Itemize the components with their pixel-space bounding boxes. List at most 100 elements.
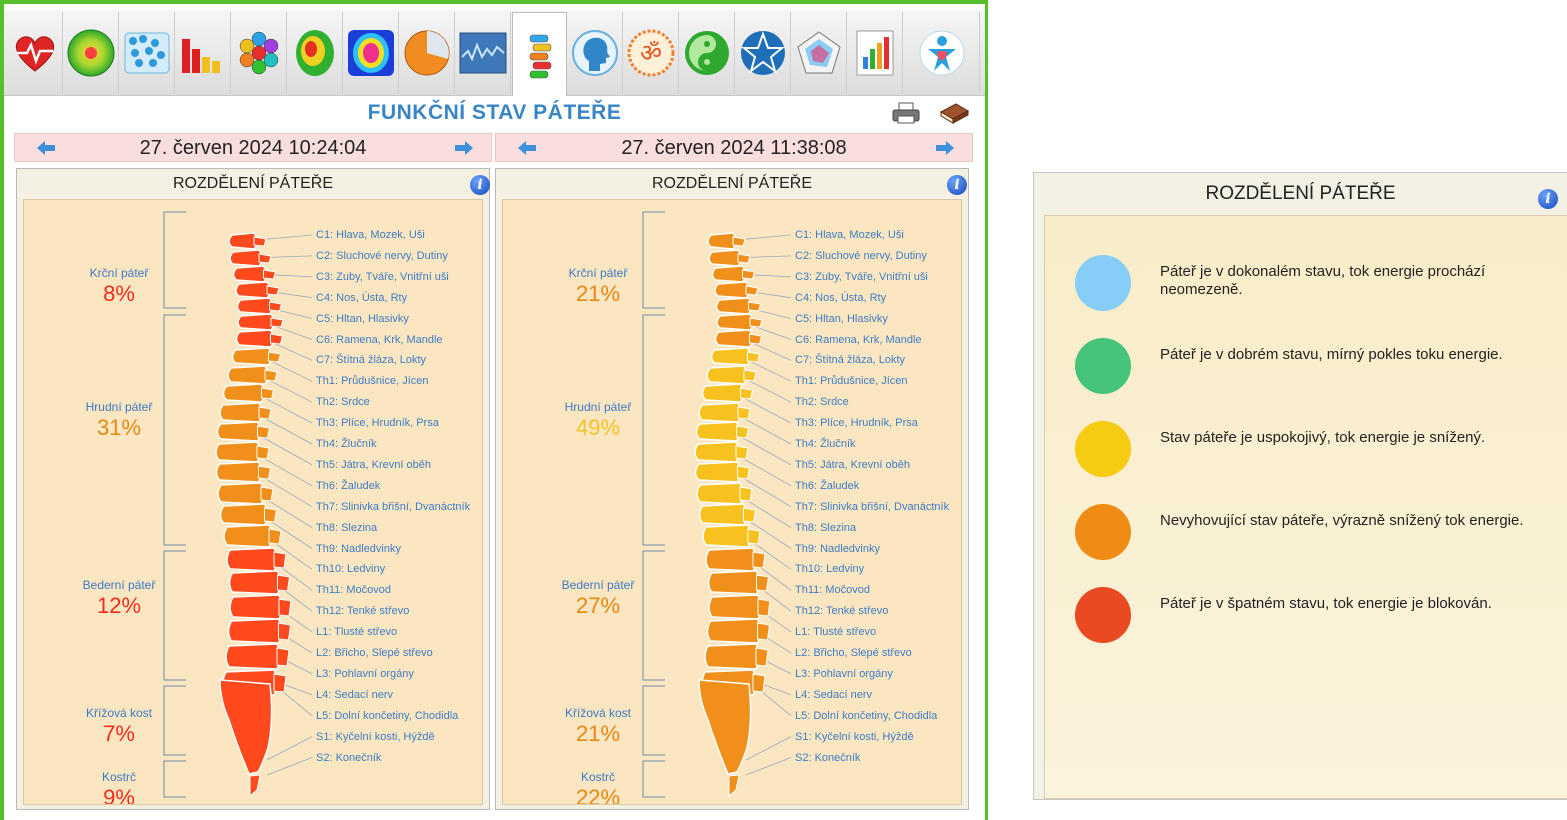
vertebra-process xyxy=(743,507,757,523)
vertebra-process xyxy=(263,269,277,280)
section-value: 21% xyxy=(575,281,621,306)
toolbar-report-chart-button[interactable] xyxy=(848,12,903,94)
vertebra xyxy=(225,643,281,670)
vertebra-label: C4: Nos, Ústa, Rty xyxy=(795,291,887,304)
vertebra-label: C5: Hltan, Hlasivky xyxy=(316,312,409,325)
vertebra xyxy=(698,503,748,526)
vertebra xyxy=(707,570,761,595)
vertebra xyxy=(232,265,268,283)
section-name: Krční páteř xyxy=(89,266,149,280)
legend-item: Nevyhovující stav páteře, výrazně snížen… xyxy=(1045,502,1545,562)
vertebra-process xyxy=(256,445,270,460)
left-spine-diagram: C1: Hlava, Mozek, Uši C2: Sluchové nervy,… xyxy=(23,199,483,805)
vertebra-process xyxy=(757,598,771,617)
vertebra-label: L3: Pohlavní orgány xyxy=(316,667,414,680)
legend-text: Nevyhovující stav páteře, výrazně snížen… xyxy=(1160,512,1524,529)
vertebra-label: S2: Konečník xyxy=(316,751,382,764)
section-value: 12% xyxy=(96,593,142,618)
info-icon[interactable]: i xyxy=(470,175,490,195)
vertebra-process xyxy=(257,425,271,439)
sacrum xyxy=(219,679,273,775)
vertebra-process xyxy=(752,673,766,693)
legend-color-dot xyxy=(1075,587,1131,643)
left-spine-panel: ROZDĚLENÍ PÁTEŘE i C1: Hlava, Mozek, Uši… xyxy=(16,168,490,810)
toolbar-polygon-button[interactable] xyxy=(792,12,847,94)
toolbar-waveform-button[interactable] xyxy=(456,12,511,94)
left-date: 27. červen 2024 10:24:04 xyxy=(139,137,367,159)
vertebra-process xyxy=(755,647,769,667)
vertebra-process xyxy=(258,253,272,264)
vertebra-process xyxy=(747,351,761,363)
coccyx xyxy=(249,774,261,798)
vertebra xyxy=(215,441,261,463)
vertebra-label: C5: Hltan, Hlasivky xyxy=(795,312,888,325)
legend-text: Páteř je v špatném stavu, tok energie je… xyxy=(1160,595,1492,612)
toolbar-om-button[interactable]: ॐ xyxy=(624,12,679,94)
legend-item: Páteř je v dobrém stavu, mírný pokles to… xyxy=(1045,336,1545,396)
vertebra-process xyxy=(278,622,292,641)
vertebra xyxy=(708,249,742,267)
toolbar-cells-button[interactable] xyxy=(120,12,175,94)
vertebra xyxy=(215,461,263,483)
vertebra-process xyxy=(258,465,272,480)
vertebra xyxy=(217,482,265,505)
toolbar-hexagons-button[interactable] xyxy=(232,12,287,94)
vertebra-label: Th2: Srdce xyxy=(795,396,849,409)
vertebra-label: Th9: Nadledvinky xyxy=(316,542,401,555)
legend-item: Páteř je v dokonalém stavu, tok energie … xyxy=(1045,253,1545,313)
vertebra xyxy=(235,281,271,299)
manual-button[interactable] xyxy=(938,100,970,126)
section-name: Křížová kost xyxy=(564,706,632,720)
leader-line xyxy=(266,736,313,761)
legend-text: Stav páteře je uspokojivý, tok energie j… xyxy=(1160,429,1486,446)
vertebra-label: Th6: Žaludek xyxy=(795,479,860,492)
toolbar-energy-ball-button[interactable] xyxy=(64,12,119,94)
vertebra-label: C2: Sluchové nervy, Dutiny xyxy=(316,249,448,262)
vertebra-process xyxy=(277,574,291,592)
vertebra-process xyxy=(258,406,272,420)
left-next-date-button[interactable] xyxy=(453,139,475,157)
waveform-icon xyxy=(459,32,507,74)
legend-color-dot xyxy=(1075,338,1131,394)
vertebra xyxy=(705,547,757,572)
right-spine-panel: ROZDĚLENÍ PÁTEŘE i C1: Hlava, Mozek, Uši… xyxy=(495,168,969,810)
vertebra-label: C7: Štítná žláza, Lokty xyxy=(795,354,906,367)
toolbar-heart-button[interactable] xyxy=(8,12,63,94)
vertebra-process xyxy=(732,236,746,247)
vertebra-label: L1: Tlusté střevo xyxy=(795,626,877,639)
section-name: Kostrč xyxy=(101,770,136,784)
vertebra-process xyxy=(752,551,766,569)
vertebra-label: C3: Zuby, Tváře, Vnitřní uši xyxy=(795,270,928,283)
vertebra-process xyxy=(268,351,282,363)
vertebra-label: L5: Dolní končetiny, Chodidla xyxy=(795,709,938,722)
info-icon[interactable]: i xyxy=(947,175,967,195)
pie-chart-icon xyxy=(404,30,450,76)
toolbar-person-heart-button[interactable] xyxy=(904,12,980,94)
section-value: 49% xyxy=(575,415,621,440)
vertebra-label: Th10: Ledviny xyxy=(316,563,386,576)
arrow-right-icon xyxy=(455,141,473,155)
toolbar-aura-button[interactable] xyxy=(344,12,399,94)
vertebra-process xyxy=(737,253,751,264)
vertebra-label: Th11: Močovod xyxy=(795,584,871,597)
info-icon[interactable]: i xyxy=(1538,189,1558,209)
toolbar-pie-chart-button[interactable] xyxy=(400,12,455,94)
right-next-date-button[interactable] xyxy=(934,139,956,157)
vertebra xyxy=(226,547,278,572)
print-button[interactable] xyxy=(891,101,921,125)
vertebra xyxy=(694,461,742,483)
toolbar-bar-chart-button[interactable] xyxy=(176,12,231,94)
vertebra-process xyxy=(736,425,750,439)
section-value: 31% xyxy=(96,415,142,440)
toolbar-star-button[interactable] xyxy=(736,12,791,94)
legend-panel: ROZDĚLENÍ PÁTEŘE i Páteř je v dokonalém … xyxy=(1033,172,1567,800)
vertebra-label: Th2: Srdce xyxy=(316,396,370,409)
toolbar-head-profile-button[interactable] xyxy=(568,12,623,94)
toolbar-yin-yang-button[interactable] xyxy=(680,12,735,94)
toolbar-spine-button[interactable] xyxy=(512,12,567,96)
vertebra xyxy=(708,594,762,620)
polygon-icon xyxy=(797,31,841,74)
vertebra-label: Th12: Tenké střevo xyxy=(316,605,410,618)
heatmap-icon xyxy=(296,30,334,76)
toolbar-heatmap-button[interactable] xyxy=(288,12,343,94)
